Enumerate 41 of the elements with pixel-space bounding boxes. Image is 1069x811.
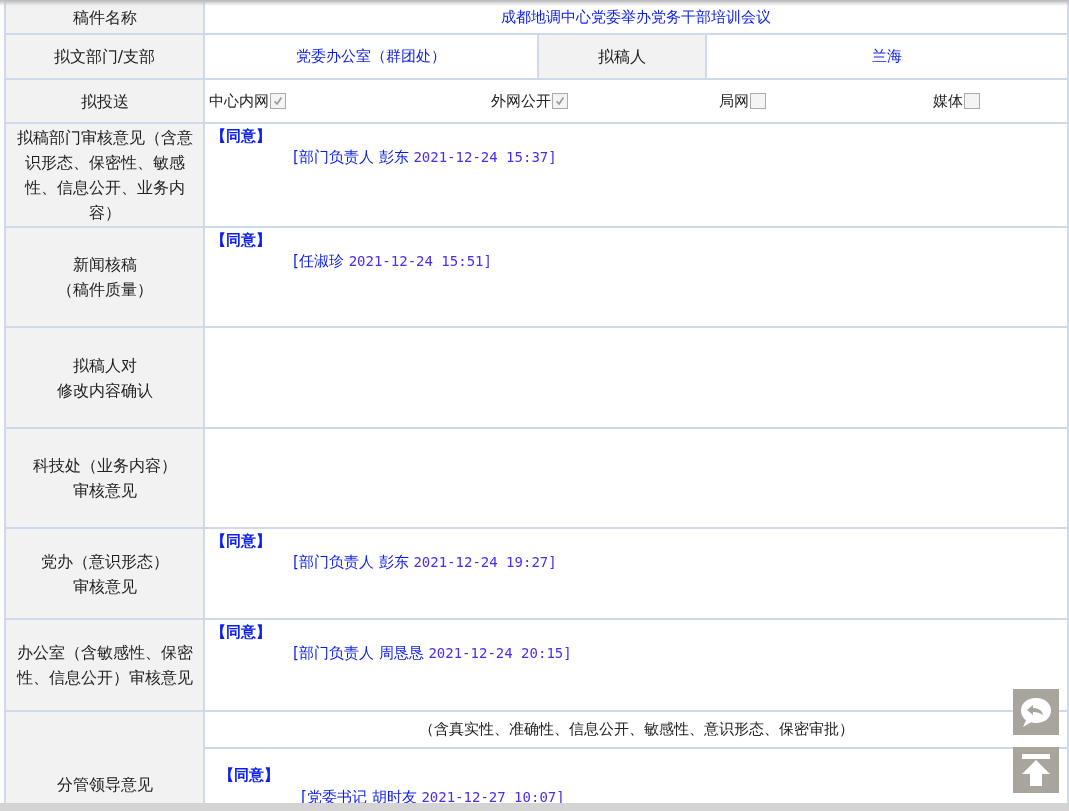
field-value: 兰海 <box>872 47 902 65</box>
field-label: 稿件名称 <box>72 8 137 27</box>
field-label: 拟稿部门审核意见（含意识形态、保密性、敏感性、信息公开、业务内容） <box>16 128 193 222</box>
checkmark-icon <box>553 95 566 107</box>
field-label: 拟投送 <box>80 91 129 111</box>
field-value: 党委办公室（群团处） <box>296 47 446 65</box>
checkbox-label: 局网 <box>719 91 750 111</box>
field-label: 修改内容确认 <box>56 380 153 400</box>
field-label: 审核意见 <box>72 576 137 596</box>
checkbox-label: 外网公开 <box>490 91 551 111</box>
back-to-top-button[interactable] <box>1013 747 1059 793</box>
scrollbar[interactable] <box>0 803 1069 811</box>
checkbox[interactable] <box>750 93 767 109</box>
reply-button[interactable] <box>1013 689 1059 735</box>
field-label: 拟稿人 <box>598 47 646 66</box>
signature-text: [任淑珍 2021-12-24 15:51] <box>293 251 493 272</box>
checkbox[interactable] <box>963 93 980 109</box>
field-label: 科技处（业务内容） <box>32 456 177 475</box>
opinion-text: 【同意】 <box>211 622 272 642</box>
field-label: 拟文部门/支部 <box>53 47 156 66</box>
checkbox[interactable] <box>270 93 286 109</box>
signature-text: [部门负责人 彭东 2021-12-24 19:27] <box>293 552 558 573</box>
checkmark-icon <box>272 95 284 107</box>
opinion-text: 【同意】 <box>211 230 272 250</box>
field-label: 审核意见 <box>72 481 137 500</box>
signature-text: [部门负责人 周恳恳 2021-12-24 20:15] <box>293 643 573 664</box>
field-label: （稿件质量） <box>56 280 153 299</box>
field-label: 拟稿人对 <box>72 355 137 375</box>
signature-text: [部门负责人 彭东 2021-12-24 15:37] <box>293 147 558 168</box>
checkbox[interactable] <box>551 93 568 109</box>
opinion-text: 【同意】 <box>211 531 272 551</box>
opinion-text: 【同意】 <box>211 126 272 146</box>
field-label: 新闻核稿 <box>72 255 137 274</box>
field-label: 党办（意识形态） <box>40 551 169 571</box>
field-value: 成都地调中心党委举办党务干部培训会议 <box>501 8 771 26</box>
checkbox-label: 中心内网 <box>209 91 269 111</box>
field-label: 办公室（含敏感性、保密性、信息公开）审核意见 <box>16 643 193 687</box>
note-text: （含真实性、准确性、信息公开、敏感性、意识形态、保密审批） <box>418 720 854 738</box>
checkbox-label: 媒体 <box>932 91 963 111</box>
opinion-text: 【同意】 <box>219 765 280 785</box>
field-label: 分管领导意见 <box>56 775 153 794</box>
